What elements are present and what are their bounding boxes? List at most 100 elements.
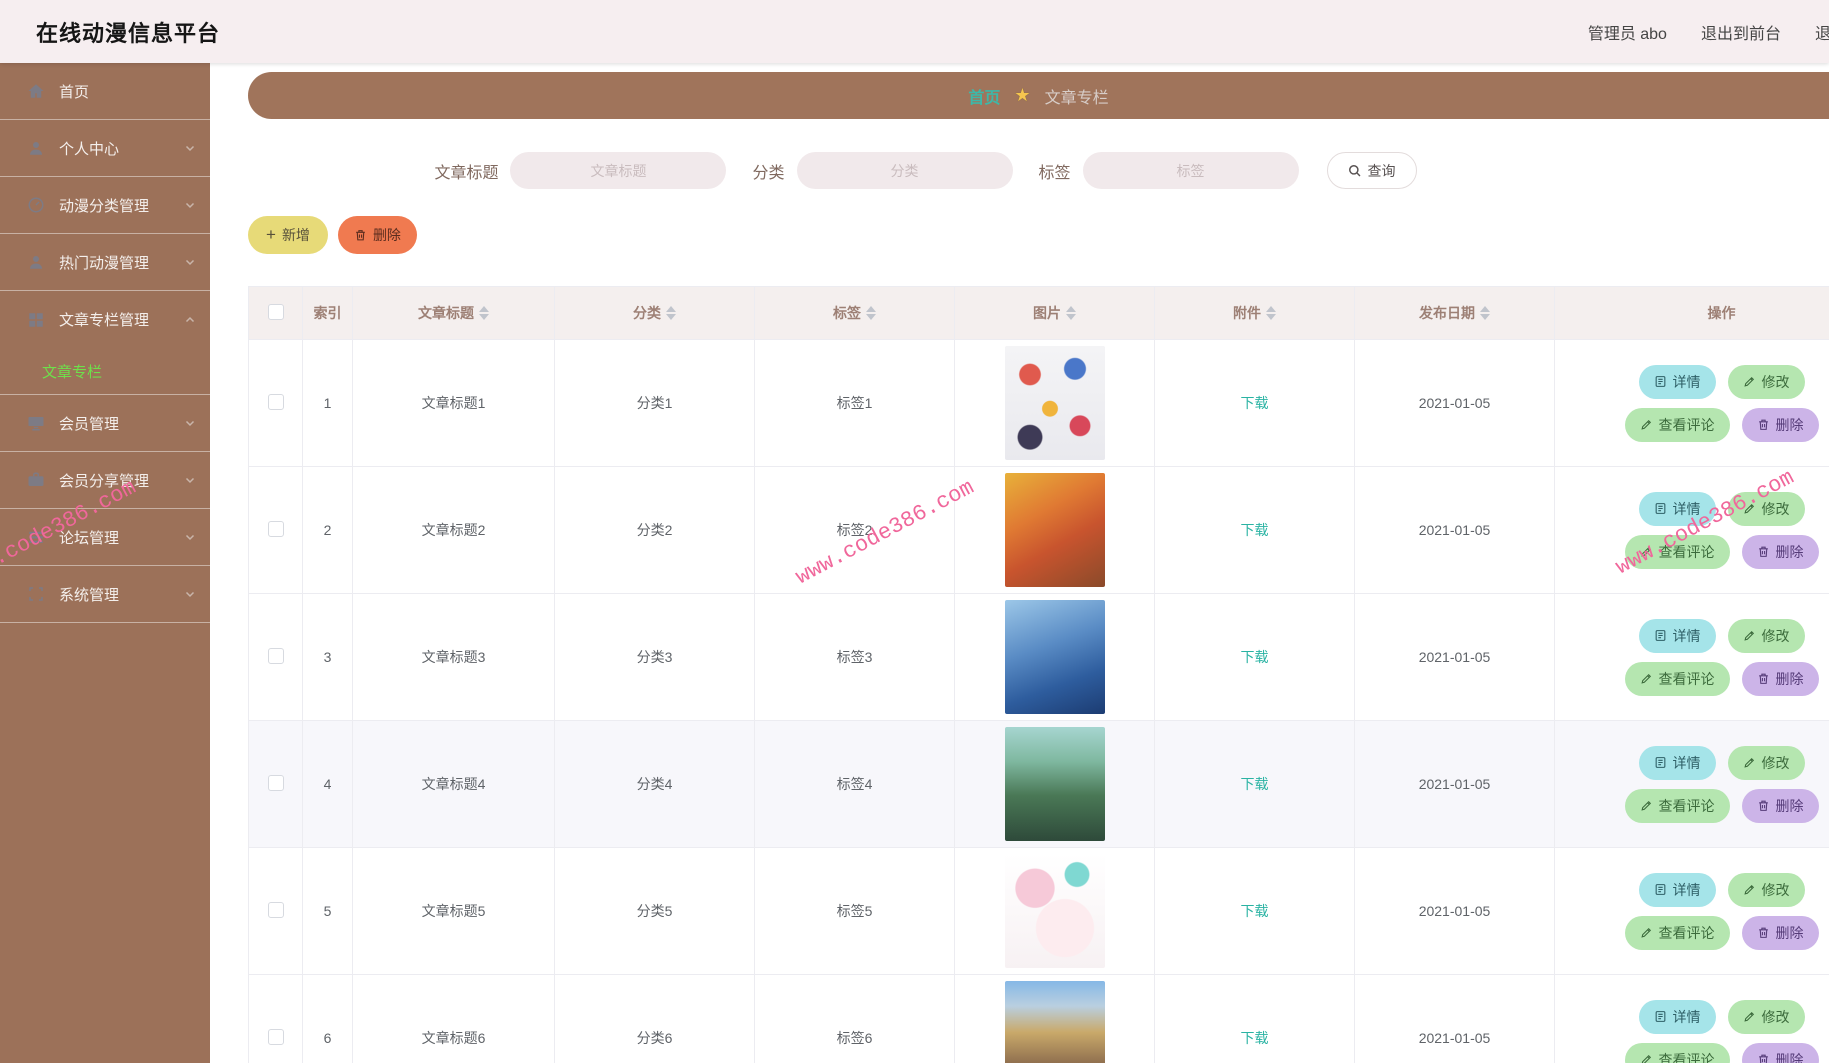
cell-tag: 标签1 bbox=[754, 339, 955, 467]
select-all-checkbox[interactable] bbox=[267, 303, 284, 320]
sidebar-item-hot-anime[interactable]: 热门动漫管理 bbox=[0, 234, 210, 291]
row-delete-button[interactable]: 删除 bbox=[1741, 788, 1819, 823]
query-button[interactable]: 查询 bbox=[1326, 152, 1417, 189]
article-image[interactable] bbox=[1004, 346, 1105, 460]
view-comments-button[interactable]: 查看评论 bbox=[1624, 788, 1730, 823]
title-filter-input[interactable] bbox=[510, 152, 727, 189]
cell-title: 文章标题5 bbox=[352, 847, 555, 975]
sort-icon[interactable] bbox=[1066, 306, 1076, 320]
view-comments-button[interactable]: 查看评论 bbox=[1624, 915, 1730, 950]
sidebar-item-forum-mgmt[interactable]: 论坛管理 bbox=[0, 509, 210, 566]
row-checkbox[interactable] bbox=[267, 520, 284, 537]
row-delete-button[interactable]: 删除 bbox=[1741, 915, 1819, 950]
article-image[interactable] bbox=[1004, 600, 1105, 714]
row-checkbox[interactable] bbox=[267, 647, 284, 664]
sidebar-item-personal-center[interactable]: 个人中心 bbox=[0, 120, 210, 177]
admin-user-label: 管理员 abo bbox=[1587, 25, 1667, 43]
download-link[interactable]: 下载 bbox=[1241, 1030, 1269, 1046]
view-comments-button[interactable]: 查看评论 bbox=[1624, 1042, 1730, 1063]
chevron-down-icon bbox=[185, 420, 195, 427]
col-date[interactable]: 发布日期 bbox=[1354, 286, 1555, 340]
view-comments-button[interactable]: 查看评论 bbox=[1624, 534, 1730, 569]
tag-filter-input[interactable] bbox=[1082, 152, 1299, 189]
cell-category: 分类6 bbox=[554, 974, 755, 1063]
breadcrumb-current: 文章专栏 bbox=[1044, 89, 1109, 107]
detail-button[interactable]: 详情 bbox=[1638, 491, 1716, 526]
sidebar-subitem-article-column[interactable]: 文章专栏 bbox=[0, 348, 210, 394]
trash-icon bbox=[1758, 800, 1768, 811]
detail-button[interactable]: 详情 bbox=[1638, 999, 1716, 1034]
row-checkbox[interactable] bbox=[267, 1028, 284, 1045]
cell-index: 1 bbox=[302, 339, 353, 467]
article-image[interactable] bbox=[1004, 981, 1105, 1063]
row-checkbox[interactable] bbox=[267, 901, 284, 918]
cell-date: 2021-01-05 bbox=[1354, 339, 1555, 467]
row-delete-button[interactable]: 删除 bbox=[1741, 534, 1819, 569]
edit-button[interactable]: 修改 bbox=[1727, 364, 1805, 399]
chevron-down-icon bbox=[185, 534, 195, 541]
row-delete-button[interactable]: 删除 bbox=[1741, 661, 1819, 696]
download-link[interactable]: 下载 bbox=[1241, 522, 1269, 538]
sidebar-item-article-column-mgmt[interactable]: 文章专栏管理 bbox=[0, 291, 210, 348]
cell-tag: 标签3 bbox=[754, 593, 955, 721]
view-comments-button[interactable]: 查看评论 bbox=[1624, 661, 1730, 696]
user-icon bbox=[26, 252, 46, 272]
col-attachment[interactable]: 附件 bbox=[1154, 286, 1355, 340]
sidebar-item-anime-category[interactable]: 动漫分类管理 bbox=[0, 177, 210, 234]
col-picture[interactable]: 图片 bbox=[954, 286, 1155, 340]
row-delete-button[interactable]: 删除 bbox=[1741, 1042, 1819, 1063]
col-tag[interactable]: 标签 bbox=[754, 286, 955, 340]
row-checkbox[interactable] bbox=[267, 774, 284, 791]
sort-icon[interactable] bbox=[1480, 306, 1490, 320]
logout-link[interactable]: 退出登录 bbox=[1815, 20, 1829, 44]
sort-icon[interactable] bbox=[866, 306, 876, 320]
add-button[interactable]: + 新增 bbox=[248, 216, 328, 254]
pencil-icon bbox=[1640, 419, 1651, 430]
pencil-icon bbox=[1743, 884, 1754, 895]
download-link[interactable]: 下载 bbox=[1241, 395, 1269, 411]
download-link[interactable]: 下载 bbox=[1241, 649, 1269, 665]
cell-category: 分类4 bbox=[554, 720, 755, 848]
cell-date: 2021-01-05 bbox=[1354, 720, 1555, 848]
table-row: 1 文章标题1 分类1 标签1 下载 2021-01-05 详情 修改 查看评论… bbox=[248, 339, 1829, 467]
download-link[interactable]: 下载 bbox=[1241, 776, 1269, 792]
col-title[interactable]: 文章标题 bbox=[352, 286, 555, 340]
category-filter-input[interactable] bbox=[796, 152, 1013, 189]
sort-icon[interactable] bbox=[479, 306, 489, 320]
row-checkbox[interactable] bbox=[267, 393, 284, 410]
sidebar-item-system-mgmt[interactable]: 系统管理 bbox=[0, 566, 210, 623]
sidebar-item-member-mgmt[interactable]: 会员管理 bbox=[0, 395, 210, 452]
sidebar-item-member-share-mgmt[interactable]: 会员分享管理 bbox=[0, 452, 210, 509]
detail-button[interactable]: 详情 bbox=[1638, 745, 1716, 780]
document-icon bbox=[1655, 757, 1665, 768]
detail-button[interactable]: 详情 bbox=[1638, 364, 1716, 399]
edit-button[interactable]: 修改 bbox=[1727, 745, 1805, 780]
sidebar-item-home[interactable]: 首页 bbox=[0, 63, 210, 120]
sort-icon[interactable] bbox=[1266, 306, 1276, 320]
pencil-icon bbox=[1743, 503, 1754, 514]
col-operations: 操作 bbox=[1554, 286, 1829, 340]
article-image[interactable] bbox=[1004, 727, 1105, 841]
view-comments-button[interactable]: 查看评论 bbox=[1624, 407, 1730, 442]
cell-category: 分类5 bbox=[554, 847, 755, 975]
download-link[interactable]: 下载 bbox=[1241, 903, 1269, 919]
row-delete-button[interactable]: 删除 bbox=[1741, 407, 1819, 442]
table-row: 4 文章标题4 分类4 标签4 下载 2021-01-05 详情 修改 查看评论… bbox=[248, 720, 1829, 848]
breadcrumb-home-link[interactable]: 首页 bbox=[968, 84, 1000, 108]
cell-category: 分类3 bbox=[554, 593, 755, 721]
delete-button[interactable]: 删除 bbox=[337, 216, 417, 254]
edit-button[interactable]: 修改 bbox=[1727, 872, 1805, 907]
detail-button[interactable]: 详情 bbox=[1638, 872, 1716, 907]
detail-button[interactable]: 详情 bbox=[1638, 618, 1716, 653]
briefcase-icon bbox=[26, 470, 46, 490]
col-category[interactable]: 分类 bbox=[554, 286, 755, 340]
article-image[interactable] bbox=[1004, 854, 1105, 968]
cell-index: 3 bbox=[302, 593, 353, 721]
article-image[interactable] bbox=[1004, 473, 1105, 587]
exit-to-front-link[interactable]: 退出到前台 bbox=[1701, 20, 1781, 44]
home-icon bbox=[26, 81, 46, 101]
sort-icon[interactable] bbox=[666, 306, 676, 320]
edit-button[interactable]: 修改 bbox=[1727, 618, 1805, 653]
edit-button[interactable]: 修改 bbox=[1727, 999, 1805, 1034]
edit-button[interactable]: 修改 bbox=[1727, 491, 1805, 526]
